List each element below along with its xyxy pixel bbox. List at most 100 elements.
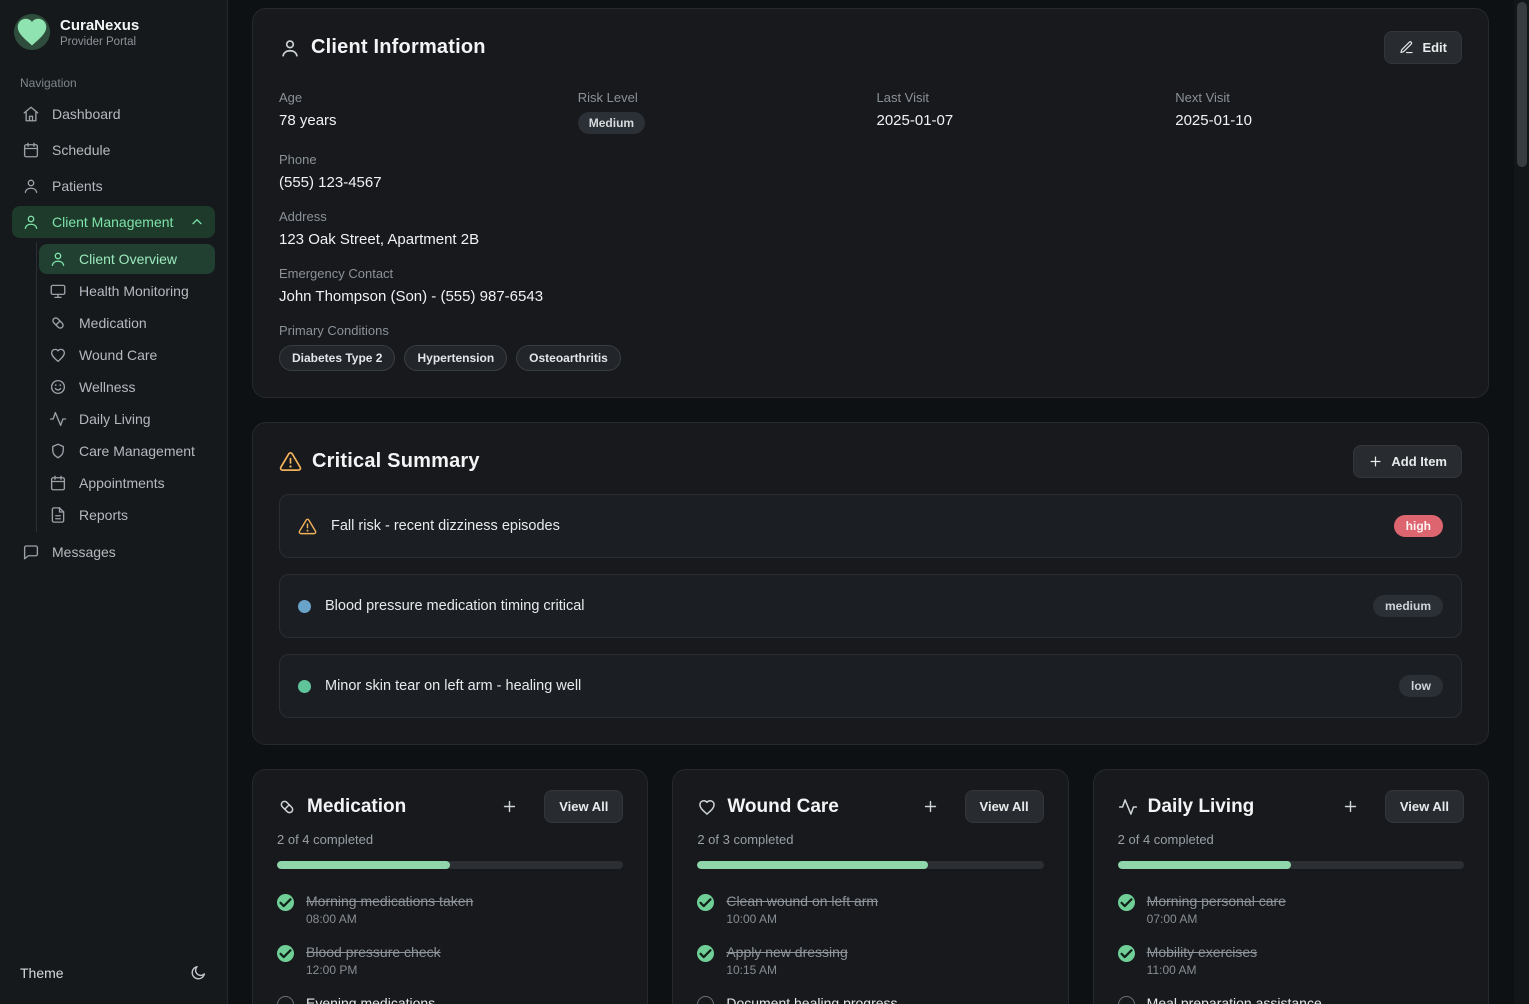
sidebar-item-patients[interactable]: Patients [12, 170, 215, 202]
condition-badge: Osteoarthritis [516, 345, 621, 371]
critical-item[interactable]: Minor skin tear on left arm - healing we… [279, 654, 1462, 718]
home-icon [22, 105, 40, 123]
view-all-button[interactable]: View All [965, 790, 1044, 823]
sidebar-item-messages[interactable]: Messages [12, 536, 215, 568]
sidebar: CuraNexus Provider Portal Navigation Das… [0, 0, 228, 1004]
sidebar-item-client-management[interactable]: Client Management [12, 206, 215, 238]
add-item-button[interactable]: Add Item [1353, 445, 1462, 478]
task-item[interactable]: Evening medications 06:00 PM [277, 995, 623, 1004]
task-item[interactable]: Document healing progress 10:30 AM [697, 995, 1043, 1004]
check-circle-icon[interactable] [277, 945, 294, 962]
task-name: Evening medications [306, 995, 435, 1004]
critical-item[interactable]: Blood pressure medication timing critica… [279, 574, 1462, 638]
user-icon [22, 213, 40, 231]
task-time: 08:00 AM [306, 912, 473, 926]
task-item[interactable]: Apply new dressing 10:15 AM [697, 944, 1043, 977]
view-all-button[interactable]: View All [544, 790, 623, 823]
task-item[interactable]: Mobility exercises 11:00 AM [1118, 944, 1464, 977]
view-all-button[interactable]: View All [1385, 790, 1464, 823]
sidebar-item-wound-care[interactable]: Wound Care [39, 340, 215, 370]
edit-button[interactable]: Edit [1384, 31, 1462, 64]
blue-dot-icon [298, 600, 311, 613]
critical-item[interactable]: Fall risk - recent dizziness episodes hi… [279, 494, 1462, 558]
task-time: 10:00 AM [726, 912, 878, 926]
pencil-icon [1399, 40, 1414, 55]
add-task-button[interactable] [495, 792, 524, 821]
sidebar-item-client-overview[interactable]: Client Overview [39, 244, 215, 274]
sidebar-item-label: Appointments [79, 475, 165, 491]
sidebar-item-health-monitoring[interactable]: Health Monitoring [39, 276, 215, 306]
activity-icon [1118, 797, 1138, 817]
card-title: Daily Living [1148, 796, 1255, 818]
task-item[interactable]: Meal preparation assistance 05:00 PM [1118, 995, 1464, 1004]
severity-badge: medium [1373, 595, 1443, 617]
moon-icon[interactable] [189, 964, 207, 982]
task-name: Document healing progress [726, 995, 897, 1004]
add-task-button[interactable] [1336, 792, 1365, 821]
sidebar-item-daily-living[interactable]: Daily Living [39, 404, 215, 434]
task-name: Clean wound on left arm [726, 893, 878, 909]
sidebar-item-label: Client Overview [79, 251, 177, 267]
task-time: 07:00 AM [1147, 912, 1286, 926]
severity-badge: low [1399, 675, 1443, 697]
check-circle-icon[interactable] [277, 894, 294, 911]
task-time: 10:15 AM [726, 963, 847, 977]
empty-circle-icon[interactable] [697, 996, 714, 1004]
sidebar-item-label: Wound Care [79, 347, 157, 363]
sidebar-item-schedule[interactable]: Schedule [12, 134, 215, 166]
sidebar-item-wellness[interactable]: Wellness [39, 372, 215, 402]
page-title: Client Information [311, 36, 486, 59]
check-circle-icon[interactable] [697, 945, 714, 962]
brand-subtitle: Provider Portal [60, 36, 139, 48]
brand-name: CuraNexus [60, 17, 139, 34]
pill-icon [277, 797, 297, 817]
empty-circle-icon[interactable] [277, 996, 294, 1004]
task-name: Meal preparation assistance [1147, 995, 1322, 1004]
critical-item-text: Blood pressure medication timing critica… [325, 598, 585, 614]
chat-bubble-icon [22, 543, 40, 561]
check-circle-icon[interactable] [1118, 894, 1135, 911]
teal-dot-icon [298, 680, 311, 693]
task-item[interactable]: Morning medications taken 08:00 AM [277, 893, 623, 926]
client-information-card: Client Information Edit Age 78 years Ris… [252, 8, 1489, 398]
shield-icon [49, 442, 67, 460]
sidebar-item-dashboard[interactable]: Dashboard [12, 98, 215, 130]
progress-fill [697, 861, 928, 869]
daily-living-card: Daily Living View All 2 of 4 completed M… [1093, 769, 1489, 1004]
sidebar-item-label: Dashboard [52, 106, 121, 122]
sidebar-item-appointments[interactable]: Appointments [39, 468, 215, 498]
monitor-icon [49, 282, 67, 300]
task-item[interactable]: Morning personal care 07:00 AM [1118, 893, 1464, 926]
medication-card: Medication View All 2 of 4 completed Mor… [252, 769, 648, 1004]
warning-triangle-icon [279, 450, 302, 473]
check-circle-icon[interactable] [1118, 945, 1135, 962]
user-icon [22, 177, 40, 195]
task-name: Morning personal care [1147, 893, 1286, 909]
nav-section-label: Navigation [0, 68, 227, 96]
task-name: Blood pressure check [306, 944, 441, 960]
sidebar-item-reports[interactable]: Reports [39, 500, 215, 530]
sidebar-item-label: Medication [79, 315, 147, 331]
task-item[interactable]: Blood pressure check 12:00 PM [277, 944, 623, 977]
sidebar-item-label: Daily Living [79, 411, 151, 427]
critical-item-text: Fall risk - recent dizziness episodes [331, 518, 560, 534]
task-item[interactable]: Clean wound on left arm 10:00 AM [697, 893, 1043, 926]
field-address: Address 123 Oak Street, Apartment 2B [279, 209, 1462, 248]
critical-item-text: Minor skin tear on left arm - healing we… [325, 678, 581, 694]
pill-icon [49, 314, 67, 332]
task-name: Morning medications taken [306, 893, 473, 909]
progress-text: 2 of 4 completed [277, 832, 623, 847]
add-task-button[interactable] [916, 792, 945, 821]
sidebar-item-medication[interactable]: Medication [39, 308, 215, 338]
sidebar-item-care-management[interactable]: Care Management [39, 436, 215, 466]
scrollbar[interactable] [1514, 0, 1529, 1004]
task-time: 11:00 AM [1147, 963, 1257, 977]
wound-care-card: Wound Care View All 2 of 3 completed Cle… [672, 769, 1068, 1004]
scrollbar-thumb[interactable] [1517, 2, 1527, 167]
check-circle-icon[interactable] [697, 894, 714, 911]
card-title: Wound Care [727, 796, 839, 818]
empty-circle-icon[interactable] [1118, 996, 1135, 1004]
task-cards-row: Medication View All 2 of 4 completed Mor… [252, 769, 1489, 1004]
heart-icon [49, 346, 67, 364]
brand-heart-icon [14, 14, 50, 50]
